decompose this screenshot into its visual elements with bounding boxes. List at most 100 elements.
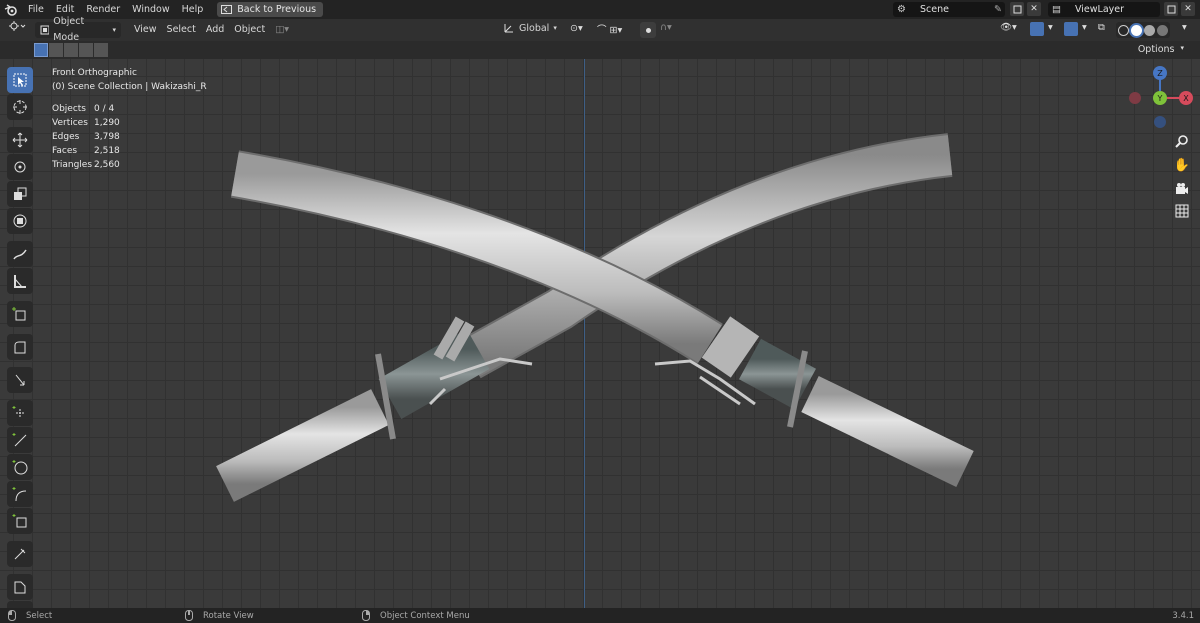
select-subtract-icon[interactable] — [64, 43, 78, 57]
viewlayer-selector[interactable]: ▤ ViewLayer — [1048, 2, 1160, 17]
viewlayer-icon: ▤ — [1052, 4, 1061, 15]
camera-view-icon[interactable] — [1172, 179, 1192, 199]
spin-tool[interactable] — [7, 601, 33, 608]
navigation-gizmo[interactable]: Z X Y — [1124, 64, 1200, 130]
tool-shelf — [7, 67, 35, 608]
stat-objects: Objects 0 / 4 — [52, 104, 115, 114]
zoom-icon[interactable] — [1172, 131, 1192, 151]
cursor-tool[interactable] — [7, 94, 33, 120]
stat-triangles: Triangles 2,560 — [52, 160, 120, 170]
menu-file[interactable]: File — [22, 0, 50, 19]
perspective-toggle-icon[interactable] — [1172, 201, 1192, 221]
rotate-tool[interactable] — [7, 154, 33, 180]
editor-type-icon[interactable] — [0, 19, 31, 41]
collection-path: (0) Scene Collection | Wakizashi_R — [52, 82, 207, 92]
back-button-label: Back to Previous — [237, 4, 317, 15]
xray-toggle-icon[interactable]: ⧉ — [1098, 22, 1105, 33]
add-box-tool[interactable] — [7, 508, 33, 534]
select-extend-icon[interactable] — [49, 43, 63, 57]
back-to-previous-button[interactable]: Back to Previous — [217, 2, 324, 17]
shading-dropdown-icon[interactable]: ▾ — [1182, 22, 1187, 33]
svg-text:Y: Y — [1157, 94, 1163, 103]
pin-icon[interactable]: ✎ — [994, 4, 1002, 15]
selection-mode-buttons — [34, 43, 108, 57]
select-invert-icon[interactable] — [79, 43, 93, 57]
select-set-icon[interactable] — [34, 43, 48, 57]
overlays-toggle-icon[interactable] — [1064, 22, 1078, 36]
knife-tool[interactable] — [7, 541, 33, 567]
options-menu[interactable]: Options ▾ — [1138, 44, 1184, 55]
snap-icon[interactable]: ⌒ ⊞▾ — [597, 22, 622, 36]
chevron-down-icon: ▾ — [1180, 44, 1184, 52]
chevron-down-icon: ▾ — [553, 24, 557, 32]
falloff-icon[interactable]: ∩▾ — [660, 22, 672, 33]
object-mode-icon — [40, 25, 50, 35]
solid-shading-icon[interactable] — [1131, 24, 1142, 36]
transform-orientation[interactable]: Global ▾ — [503, 22, 557, 34]
wireframe-shading-icon[interactable] — [1118, 24, 1129, 36]
snap-behavior-icon[interactable]: ◫▾ — [270, 19, 294, 41]
add-point-tool[interactable] — [7, 400, 33, 426]
delete-scene-icon[interactable]: ✕ — [1027, 2, 1041, 16]
svg-text:X: X — [1183, 94, 1189, 103]
select-intersect-icon[interactable] — [94, 43, 108, 57]
transform-tool[interactable] — [7, 208, 33, 234]
status-rotate: Rotate View — [185, 608, 254, 623]
add-line-tool[interactable] — [7, 427, 33, 453]
annotate-tool[interactable] — [7, 241, 33, 267]
menu-view[interactable]: View — [129, 19, 162, 41]
add-circle-tool[interactable] — [7, 454, 33, 480]
viewlayer-name: ViewLayer — [1074, 4, 1125, 15]
proportional-edit-icon[interactable] — [640, 22, 656, 38]
top-bar: File Edit Render Window Help Back to Pre… — [0, 0, 1200, 19]
add-arc-tool[interactable] — [7, 481, 33, 507]
mouse-left-icon — [8, 610, 16, 621]
view-name: Front Orthographic — [52, 68, 137, 78]
orientation-icon — [504, 24, 513, 33]
svg-text:Z: Z — [1157, 69, 1163, 78]
stat-faces: Faces 2,518 — [52, 146, 120, 156]
mode-dropdown[interactable]: Object Mode ▾ — [35, 16, 121, 43]
add-cube-tool[interactable] — [7, 301, 33, 327]
menu-add[interactable]: Add — [201, 19, 229, 41]
polygon-tool[interactable] — [7, 574, 33, 600]
status-context-menu: Object Context Menu — [362, 608, 470, 623]
scale-tool[interactable] — [7, 181, 33, 207]
rendered-shading-icon[interactable] — [1157, 24, 1168, 36]
overlays-dropdown-icon[interactable]: ▾ — [1082, 22, 1087, 33]
pivot-point-icon[interactable]: ⊙▾ — [570, 23, 583, 34]
measure-tool[interactable] — [7, 268, 33, 294]
scene-icon: ⚙ — [897, 4, 906, 15]
status-bar: Select Rotate View Object Context Menu 3… — [0, 608, 1200, 623]
stat-edges: Edges 3,798 — [52, 132, 120, 142]
viewport-info-overlay: Front Orthographic (0) Scene Collection … — [52, 66, 207, 172]
menu-help[interactable]: Help — [176, 0, 210, 19]
blender-logo-icon[interactable] — [0, 0, 22, 19]
material-shading-icon[interactable] — [1144, 24, 1155, 36]
new-viewlayer-icon[interactable] — [1164, 2, 1178, 16]
visibility-icon[interactable]: 👁▾ — [1000, 22, 1017, 33]
shear-tool[interactable] — [7, 367, 33, 393]
back-icon — [221, 5, 233, 14]
move-tool[interactable] — [7, 127, 33, 153]
scene-selector[interactable]: ⚙ Scene ✎ — [893, 2, 1005, 17]
select-box-tool[interactable] — [7, 67, 33, 93]
menu-object[interactable]: Object — [229, 19, 270, 41]
chevron-down-icon: ▾ — [112, 26, 116, 34]
menu-window[interactable]: Window — [126, 0, 175, 19]
mouse-right-icon — [362, 610, 370, 621]
status-select: Select — [8, 608, 52, 623]
orientation-label: Global — [519, 22, 550, 34]
mouse-middle-icon — [185, 610, 193, 621]
3d-viewport[interactable]: Front Orthographic (0) Scene Collection … — [0, 59, 1200, 608]
options-label: Options — [1137, 44, 1175, 55]
extrude-tool[interactable] — [7, 334, 33, 360]
gizmo-toggle-icon[interactable] — [1030, 22, 1044, 36]
new-scene-icon[interactable] — [1010, 2, 1024, 16]
delete-viewlayer-icon[interactable]: ✕ — [1181, 2, 1195, 16]
pan-hand-icon[interactable]: ✋ — [1172, 155, 1192, 175]
shading-modes — [1116, 22, 1170, 38]
gizmo-dropdown-icon[interactable]: ▾ — [1048, 22, 1053, 33]
viewport-header: Object Mode ▾ View Select Add Object ◫▾ … — [0, 16, 1200, 43]
menu-select[interactable]: Select — [162, 19, 201, 41]
